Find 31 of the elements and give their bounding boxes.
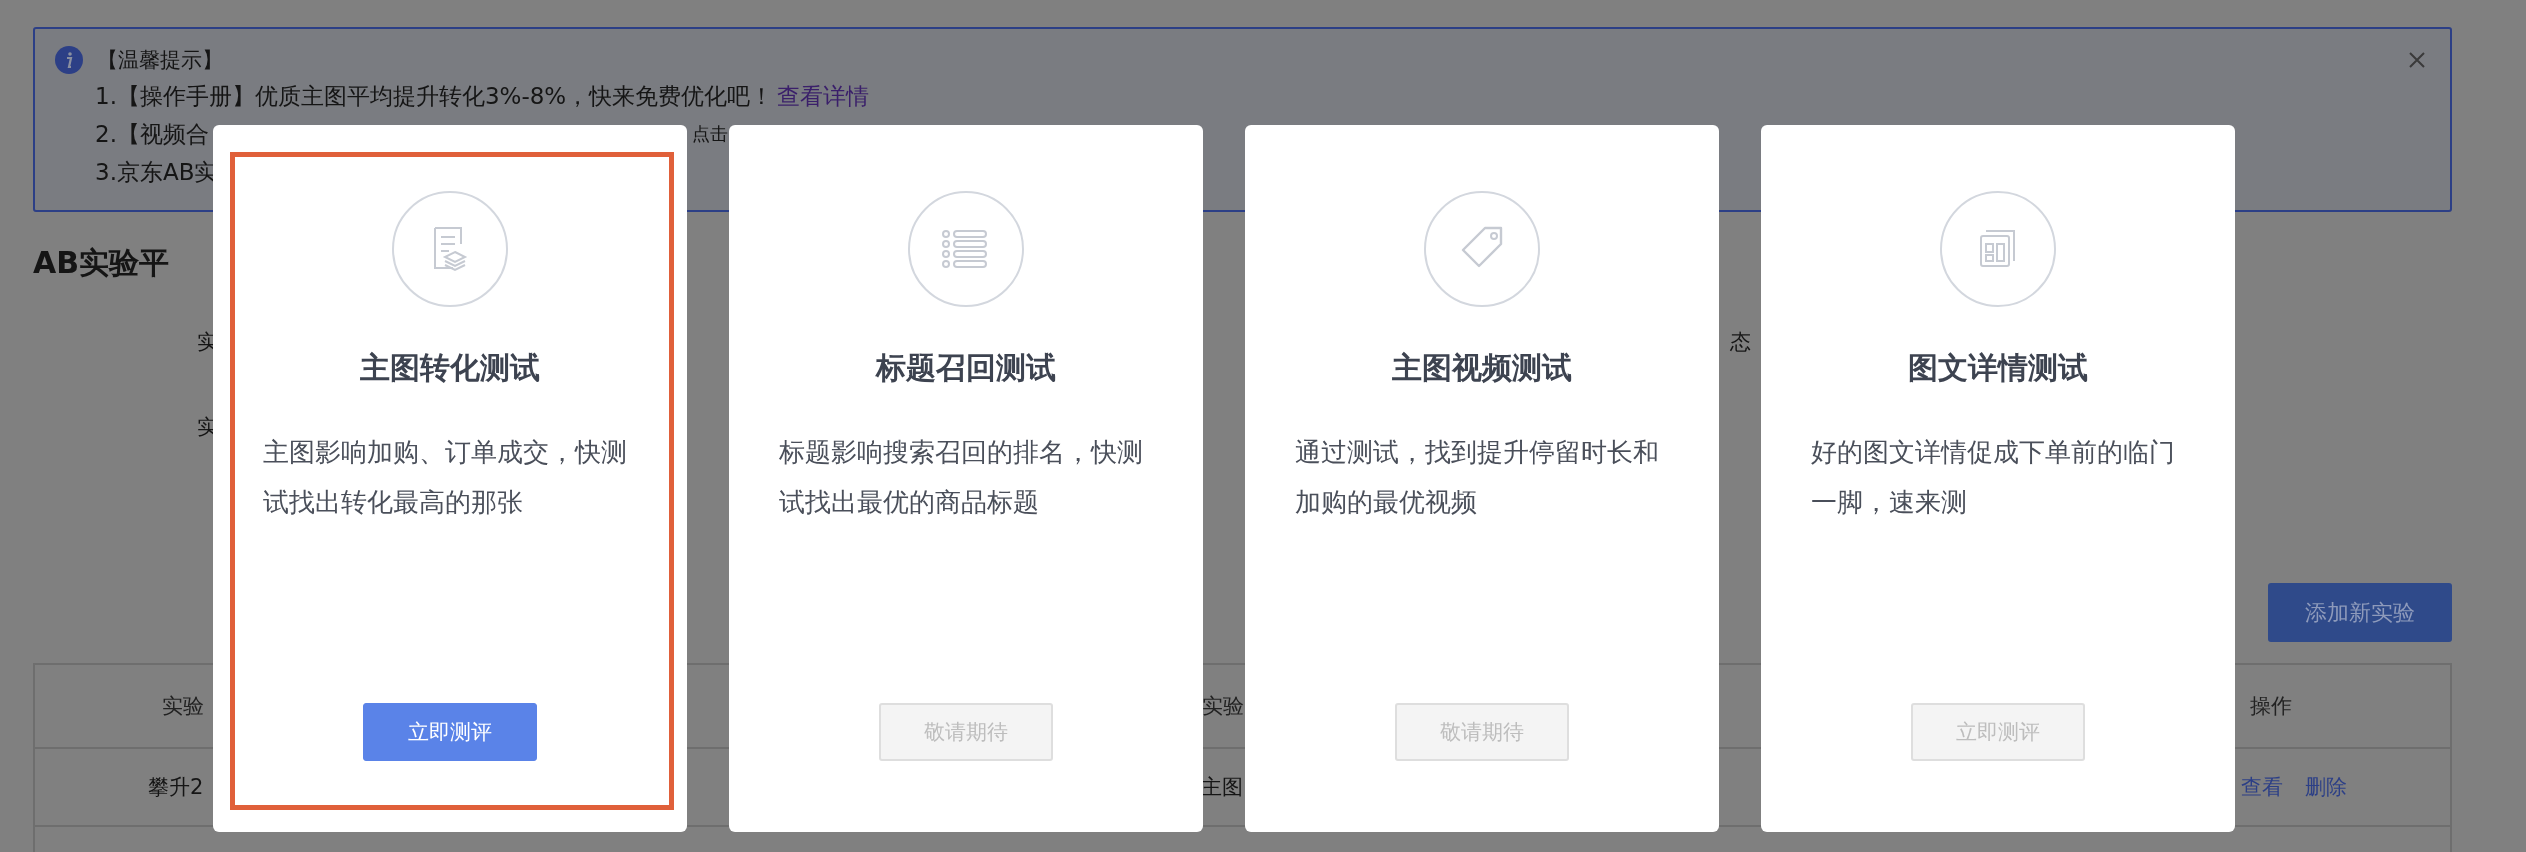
card-title: 主图视频测试 <box>1392 349 1572 387</box>
page-title: AB实验平 <box>33 244 171 282</box>
view-link[interactable]: 查看 <box>2241 773 2284 801</box>
details-link[interactable]: 查看详情 <box>777 77 870 115</box>
column-header: 操作 <box>2250 693 2292 720</box>
close-icon[interactable] <box>2408 51 2426 69</box>
card-description: 标题影响搜索召回的排名，快测试找出最优的商品标题 <box>779 436 1144 519</box>
notice-text: 1.【操作手册】优质主图平均提升转化3%-8%，快来免费优化吧！ <box>95 82 774 111</box>
column-header: 实验 <box>1202 693 1244 720</box>
info-icon <box>55 46 83 74</box>
column-header: 实验 <box>162 693 204 720</box>
test-button[interactable]: 立即测评 <box>363 703 537 761</box>
notice-text: 2.【视频合 <box>95 120 209 149</box>
table-cell-text: 攀升2 <box>148 774 204 801</box>
filter-label: 态 <box>1730 329 1751 356</box>
test-card[interactable]: 主图转化测试 主图影响加购、订单成交，快测试找出转化最高的那张 立即测评 <box>213 125 687 832</box>
card-title: 主图转化测试 <box>360 349 540 387</box>
card-title: 图文详情测试 <box>1908 349 2088 387</box>
notice-text: 点击 <box>692 122 728 146</box>
notice-title: 【温馨提示】 <box>97 47 223 74</box>
table-cell-text: 主图 <box>1201 774 1244 801</box>
add-experiment-button[interactable]: 添加新实验 <box>2268 583 2452 642</box>
document-icon <box>391 190 509 308</box>
card-description: 好的图文详情促成下单前的临门一脚，速来测 <box>1811 436 2176 519</box>
gallery-icon <box>1939 190 2057 308</box>
list-icon <box>907 190 1025 308</box>
card-description: 主图影响加购、订单成交，快测试找出转化最高的那张 <box>263 436 628 519</box>
card-title: 标题召回测试 <box>876 349 1056 387</box>
card-description: 通过测试，找到提升停留时长和加购的最优视频 <box>1295 436 1660 519</box>
delete-link[interactable]: 删除 <box>2305 773 2348 801</box>
tag-icon <box>1423 190 1541 308</box>
